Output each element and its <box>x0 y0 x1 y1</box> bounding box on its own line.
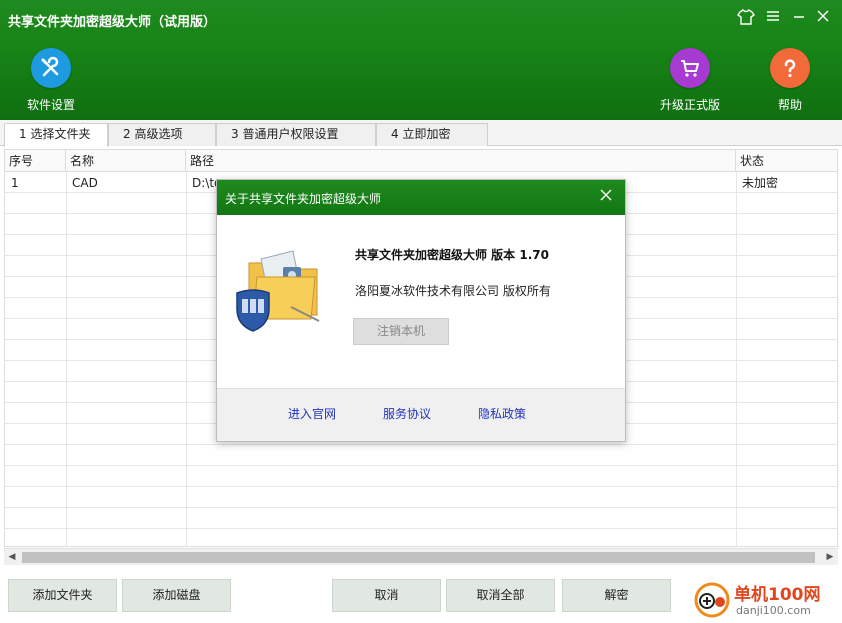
tab-bar: 1 选择文件夹 2 高级选项 3 普通用户权限设置 4 立即加密 <box>0 120 842 147</box>
horizontal-scrollbar[interactable]: ◀ ▶ <box>4 548 838 565</box>
app-header: 共享文件夹加密超级大师（试用版） 软件设置 升级正式版 帮助 <box>0 0 842 120</box>
watermark: 单机100网 danji100.com <box>690 578 840 620</box>
add-disk-button[interactable]: 添加磁盘 <box>122 579 231 612</box>
settings-button[interactable]: 软件设置 <box>24 48 78 113</box>
settings-label: 软件设置 <box>26 98 75 112</box>
cancel-button[interactable]: 取消 <box>332 579 441 612</box>
dialog-titlebar[interactable]: 关于共享文件夹加密超级大师 <box>217 180 625 215</box>
tab-user-permissions[interactable]: 3 普通用户权限设置 <box>216 123 376 146</box>
about-dialog: 关于共享文件夹加密超级大师 共享文件夹加密超级大师 版本 1.70 洛阳夏冰软件… <box>216 179 626 442</box>
privacy-policy-link[interactable]: 隐私政策 <box>478 405 526 422</box>
tab-advanced-options[interactable]: 2 高级选项 <box>108 123 216 146</box>
dialog-title: 关于共享文件夹加密超级大师 <box>225 192 382 206</box>
table-header: 序号 名称 路径 状态 <box>5 150 837 172</box>
unregister-button[interactable]: 注销本机 <box>353 318 449 345</box>
watermark-logo-icon <box>693 581 731 619</box>
row-name: CAD <box>72 176 98 190</box>
column-divider <box>186 172 187 546</box>
minimize-icon[interactable] <box>788 8 810 30</box>
question-icon <box>770 48 810 88</box>
watermark-name: 单机100网 <box>734 585 821 605</box>
column-header-path[interactable]: 路径 <box>186 150 736 172</box>
scroll-left-icon[interactable]: ◀ <box>4 549 20 566</box>
dialog-product-version: 共享文件夹加密超级大师 版本 1.70 <box>355 248 549 262</box>
tab-encrypt-now[interactable]: 4 立即加密 <box>376 123 488 146</box>
dialog-copyright: 洛阳夏冰软件技术有限公司 版权所有 <box>355 284 551 298</box>
cancel-all-button[interactable]: 取消全部 <box>446 579 555 612</box>
close-icon[interactable] <box>812 8 834 30</box>
row-status: 未加密 <box>742 176 779 190</box>
column-header-index[interactable]: 序号 <box>5 150 66 172</box>
row-index: 1 <box>11 176 19 190</box>
dialog-body: 共享文件夹加密超级大师 版本 1.70 洛阳夏冰软件技术有限公司 版权所有 注销… <box>217 215 625 388</box>
column-header-status[interactable]: 状态 <box>736 150 837 172</box>
column-divider <box>736 172 737 546</box>
column-header-name[interactable]: 名称 <box>66 150 186 172</box>
upgrade-button[interactable]: 升级正式版 <box>656 48 724 113</box>
app-title: 共享文件夹加密超级大师（试用版） <box>8 15 217 30</box>
service-agreement-link[interactable]: 服务协议 <box>383 405 431 422</box>
upgrade-label: 升级正式版 <box>659 98 720 112</box>
help-button[interactable]: 帮助 <box>768 48 812 113</box>
skin-icon[interactable] <box>735 8 757 30</box>
menu-icon[interactable] <box>762 8 784 30</box>
help-label: 帮助 <box>777 98 802 112</box>
tab-select-folder[interactable]: 1 选择文件夹 <box>4 123 108 147</box>
watermark-url: danji100.com <box>736 604 811 617</box>
scroll-right-icon[interactable]: ▶ <box>822 549 838 566</box>
cart-icon <box>670 48 710 88</box>
tools-icon <box>31 48 71 88</box>
column-divider <box>66 172 67 546</box>
scrollbar-thumb[interactable] <box>22 552 815 563</box>
folder-lock-icon <box>231 241 323 333</box>
dialog-close-icon[interactable] <box>597 188 615 206</box>
add-folder-button[interactable]: 添加文件夹 <box>8 579 117 612</box>
website-link[interactable]: 进入官网 <box>288 405 336 422</box>
decrypt-button[interactable]: 解密 <box>562 579 671 612</box>
dialog-footer: 进入官网 服务协议 隐私政策 <box>217 388 625 441</box>
